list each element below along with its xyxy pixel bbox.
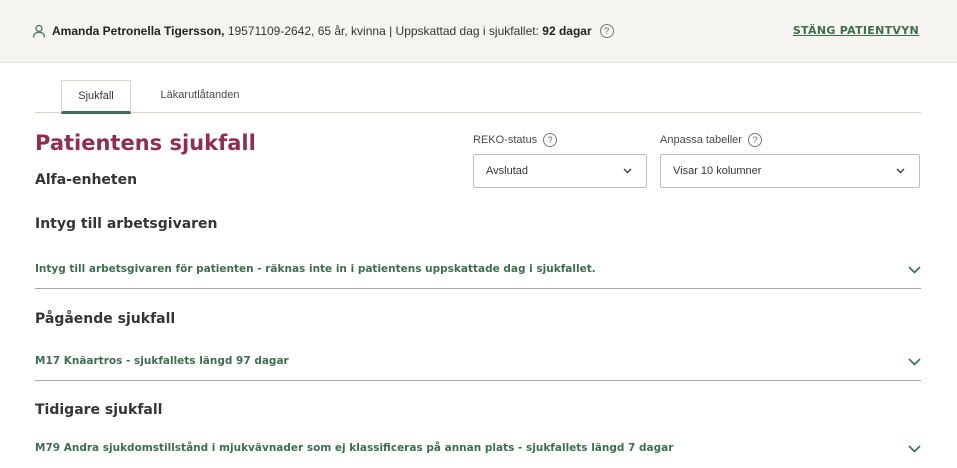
customize-tables-value: Visar 10 kolumner xyxy=(673,165,762,177)
section-title-employer-certificate: Intyg till arbetsgivaren xyxy=(35,216,218,232)
row-label: M17 Knäartros - sjukfallets längd 97 dag… xyxy=(35,355,289,367)
reko-status-value: Avslutad xyxy=(486,165,528,177)
ongoing-sick-leave-row[interactable]: M17 Knäartros - sjukfallets längd 97 dag… xyxy=(35,345,921,381)
chevron-down-icon xyxy=(908,266,921,274)
page-title: Patientens sjukfall xyxy=(35,131,256,155)
customize-tables-label: Anpassa tabeller ? xyxy=(660,133,762,147)
chevron-down-icon xyxy=(908,445,921,453)
patient-details: 19571109-2642, 65 år, kvinna | Uppskatta… xyxy=(224,24,543,38)
tab-lakarutlatanden[interactable]: Läkarutlåtanden xyxy=(145,80,255,111)
employer-certificate-row[interactable]: Intyg till arbetsgivaren för patienten -… xyxy=(35,253,921,289)
reko-status-label: REKO-status ? xyxy=(473,133,558,147)
help-icon[interactable]: ? xyxy=(543,133,558,147)
section-title-ongoing-sick-leave: Pågående sjukfall xyxy=(35,311,176,327)
customize-tables-label-text: Anpassa tabeller xyxy=(660,134,742,146)
chevron-down-icon xyxy=(896,168,905,174)
tab-bar: Sjukfall Läkarutlåtanden xyxy=(35,80,921,114)
patient-info: Amanda Petronella Tigersson, 19571109-26… xyxy=(32,24,614,38)
row-label: Intyg till arbetsgivaren för patienten -… xyxy=(35,263,596,275)
help-icon[interactable]: ? xyxy=(747,133,762,147)
patient-name: Amanda Petronella Tigersson, xyxy=(52,24,225,38)
person-icon xyxy=(32,24,46,38)
help-icon[interactable]: ? xyxy=(599,24,614,38)
close-patient-view-link[interactable]: STÄNG PATIENTVYN xyxy=(793,24,919,37)
reko-status-label-text: REKO-status xyxy=(473,134,538,146)
patient-header-bar: Amanda Petronella Tigersson, 19571109-26… xyxy=(0,0,957,63)
section-title-previous-sick-leave: Tidigare sjukfall xyxy=(35,402,163,418)
reko-status-select[interactable]: Avslutad xyxy=(473,154,647,188)
tab-sjukfall[interactable]: Sjukfall xyxy=(61,80,131,114)
patient-days: 92 dagar xyxy=(542,24,592,38)
previous-sick-leave-row[interactable]: M79 Andra sjukdomstillstånd i mjukvävnad… xyxy=(35,432,921,468)
chevron-down-icon xyxy=(908,358,921,366)
row-label: M79 Andra sjukdomstillstånd i mjukvävnad… xyxy=(35,442,674,454)
chevron-down-icon xyxy=(623,168,632,174)
customize-tables-select[interactable]: Visar 10 kolumner xyxy=(660,154,920,188)
unit-title: Alfa-enheten xyxy=(35,172,138,188)
